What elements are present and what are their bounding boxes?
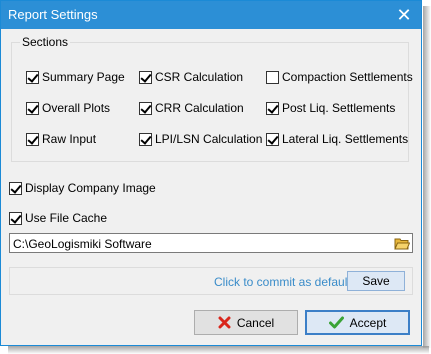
accept-button[interactable]: Accept	[305, 310, 410, 335]
checkbox-raw-input[interactable]: Raw Input	[26, 132, 96, 146]
sections-label: Sections	[20, 35, 71, 49]
close-icon[interactable]: ✕	[387, 1, 421, 29]
checkbox-box[interactable]	[139, 70, 152, 84]
checkbox-box[interactable]	[139, 101, 152, 115]
cache-path-value: C:\GeoLogismiki Software	[13, 237, 152, 251]
cancel-button-label: Cancel	[236, 315, 275, 330]
checkbox-box[interactable]	[9, 181, 22, 195]
checkbox-label: Use File Cache	[25, 211, 108, 225]
checkbox-label: Display Company Image	[25, 181, 156, 195]
checkbox-box[interactable]	[9, 211, 22, 225]
checkbox-lpi-lsn-calculation[interactable]: LPI/LSN Calculation	[139, 132, 262, 146]
x-icon	[218, 316, 231, 329]
checkbox-label: CSR Calculation	[155, 70, 244, 84]
folder-open-icon[interactable]	[394, 235, 411, 251]
title-bar: Report Settings ✕	[1, 1, 421, 29]
checkbox-box[interactable]	[139, 132, 152, 146]
checkbox-csr-calculation[interactable]: CSR Calculation	[139, 70, 243, 84]
checkmark-icon	[328, 316, 344, 329]
checkbox-label: Raw Input	[42, 132, 97, 146]
save-button-label: Save	[362, 274, 390, 288]
checkbox-label: Compaction Settlements	[282, 70, 413, 84]
checkbox-box[interactable]	[26, 132, 39, 146]
sections-groupbox: Sections Summary Page CSR Calculation Co…	[11, 35, 413, 162]
checkbox-display-company-image[interactable]: Display Company Image	[9, 181, 156, 195]
window-shadow-right	[423, 6, 431, 348]
checkbox-label: Lateral Liq. Settlements	[282, 132, 409, 146]
checkbox-summary-page[interactable]: Summary Page	[26, 70, 125, 84]
checkbox-box[interactable]	[266, 132, 279, 146]
checkbox-crr-calculation[interactable]: CRR Calculation	[139, 101, 244, 115]
cache-path-input[interactable]: C:\GeoLogismiki Software	[9, 233, 413, 253]
save-button[interactable]: Save	[347, 271, 405, 291]
report-settings-dialog: Report Settings ✕ Sections Summary Page …	[0, 0, 422, 346]
checkbox-compaction-settlements[interactable]: Compaction Settlements	[266, 70, 413, 84]
checkbox-label: Overall Plots	[42, 101, 111, 115]
default-settings-panel: Click to commit as default Save	[9, 267, 413, 295]
commit-default-hint: Click to commit as default	[214, 275, 351, 289]
window-title: Report Settings	[8, 7, 98, 22]
checkbox-box[interactable]	[26, 101, 39, 115]
checkbox-box[interactable]	[266, 70, 279, 84]
accept-button-label: Accept	[349, 315, 387, 330]
checkbox-post-liq-settlements[interactable]: Post Liq. Settlements	[266, 101, 395, 115]
window-shadow-bottom	[8, 346, 429, 354]
checkbox-use-file-cache[interactable]: Use File Cache	[9, 211, 107, 225]
checkbox-label: Post Liq. Settlements	[282, 101, 396, 115]
checkbox-box[interactable]	[26, 70, 39, 84]
cancel-button[interactable]: Cancel	[194, 310, 298, 335]
checkbox-label: Summary Page	[42, 70, 125, 84]
checkbox-lateral-liq-settlements[interactable]: Lateral Liq. Settlements	[266, 132, 408, 146]
checkbox-overall-plots[interactable]: Overall Plots	[26, 101, 110, 115]
checkbox-label: CRR Calculation	[155, 101, 244, 115]
checkbox-label: LPI/LSN Calculation	[155, 132, 263, 146]
checkbox-box[interactable]	[266, 101, 279, 115]
